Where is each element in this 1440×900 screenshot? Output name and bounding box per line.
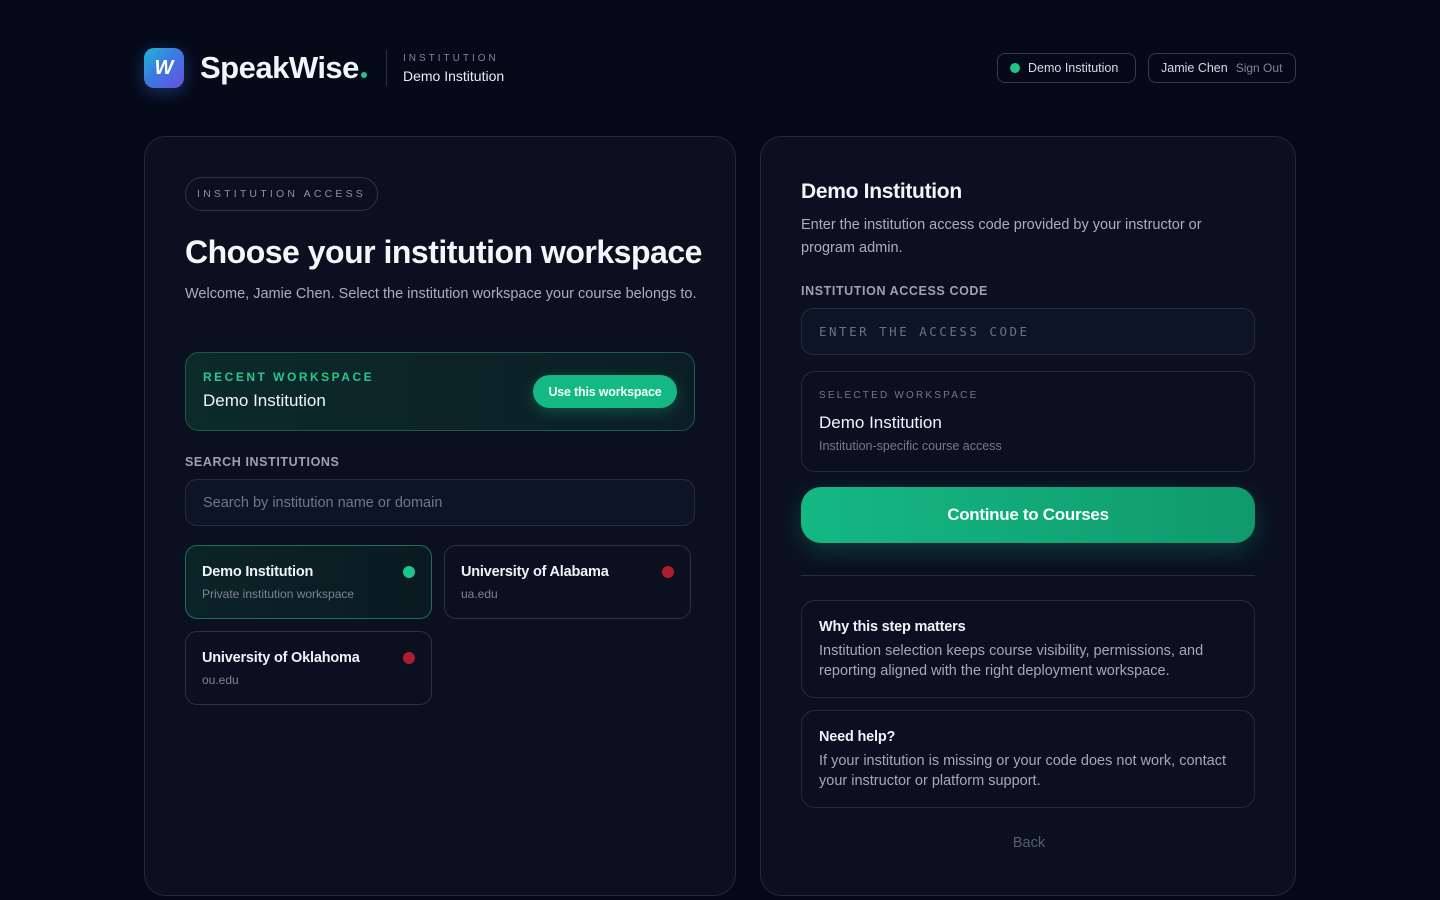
- access-code-input[interactable]: ENTER THE ACCESS CODE: [801, 308, 1255, 355]
- access-code-label: INSTITUTION ACCESS CODE: [801, 284, 988, 298]
- access-code-instructions: Enter the institution access code provid…: [801, 217, 1202, 256]
- info-title: Need help?: [819, 729, 896, 745]
- header-divider: [386, 50, 387, 86]
- section-eyebrow: INSTITUTION ACCESS: [185, 177, 378, 211]
- header-eyebrow: INSTITUTION: [403, 53, 499, 64]
- recent-workspace-name: Demo Institution: [203, 391, 326, 410]
- status-dot-icon: [662, 566, 674, 578]
- logo-icon: W: [144, 48, 184, 88]
- recent-workspace-card: RECENT WORKSPACE Demo Institution Use th…: [185, 352, 695, 431]
- institution-domain: ua.edu: [461, 587, 498, 601]
- selected-workspace-name: Demo Institution: [819, 413, 942, 432]
- continue-to-courses-button[interactable]: Continue to Courses: [801, 487, 1255, 543]
- info-title: Why this step matters: [819, 619, 966, 635]
- page-title: Choose your institution workspace: [185, 234, 702, 270]
- info-body: Institution selection keeps course visib…: [819, 643, 1204, 679]
- institution-selection-panel: INSTITUTION ACCESS Choose your instituti…: [144, 136, 736, 896]
- selected-workspace-card: SELECTED WORKSPACE Demo Institution Inst…: [801, 371, 1255, 472]
- status-dot-icon: [403, 566, 415, 578]
- selected-institution-title: Demo Institution: [801, 180, 962, 203]
- info-body: If your institution is missing or your c…: [819, 753, 1226, 789]
- institution-domain: Private institution workspace: [202, 587, 355, 601]
- back-button[interactable]: Back: [761, 835, 1297, 851]
- use-workspace-button[interactable]: Use this workspace: [533, 375, 677, 408]
- sign-out-link[interactable]: Sign Out: [1236, 61, 1283, 75]
- brand-name: SpeakWise: [200, 50, 359, 85]
- search-label: SEARCH INSTITUTIONS: [185, 455, 340, 469]
- status-dot-icon: [403, 652, 415, 664]
- selected-workspace-description: Institution-specific course access: [819, 439, 1002, 453]
- access-code-panel: Demo Institution Enter the institution a…: [760, 136, 1296, 896]
- status-dot-icon: [1010, 63, 1020, 73]
- search-input[interactable]: Search by institution name or domain: [185, 479, 695, 526]
- brand-dot: [361, 72, 367, 78]
- top-header: W SpeakWise INSTITUTION Demo Institution…: [144, 48, 1296, 88]
- institution-card[interactable]: Demo Institution Private institution wor…: [185, 545, 432, 619]
- user-pill: Jamie Chen Sign Out: [1148, 53, 1296, 83]
- info-card-help: Need help? If your institution is missin…: [801, 710, 1255, 808]
- institution-name: Demo Institution: [202, 564, 314, 580]
- recent-workspace-eyebrow: RECENT WORKSPACE: [203, 370, 375, 384]
- info-card-why: Why this step matters Institution select…: [801, 600, 1255, 698]
- institution-status-label: Demo Institution: [1028, 61, 1119, 75]
- selected-workspace-eyebrow: SELECTED WORKSPACE: [819, 390, 979, 401]
- institution-domain: ou.edu: [202, 673, 239, 687]
- institution-card[interactable]: University of Oklahoma ou.edu: [185, 631, 432, 705]
- page-subtitle: Welcome, Jamie Chen. Select the institut…: [185, 286, 697, 302]
- user-name: Jamie Chen: [1161, 61, 1228, 75]
- institution-card[interactable]: University of Alabama ua.edu: [444, 545, 691, 619]
- header-institution: Demo Institution: [403, 68, 505, 84]
- institution-status-pill[interactable]: Demo Institution: [997, 53, 1136, 83]
- institution-name: University of Oklahoma: [202, 650, 360, 666]
- divider: [801, 575, 1255, 576]
- institution-name: University of Alabama: [461, 564, 609, 580]
